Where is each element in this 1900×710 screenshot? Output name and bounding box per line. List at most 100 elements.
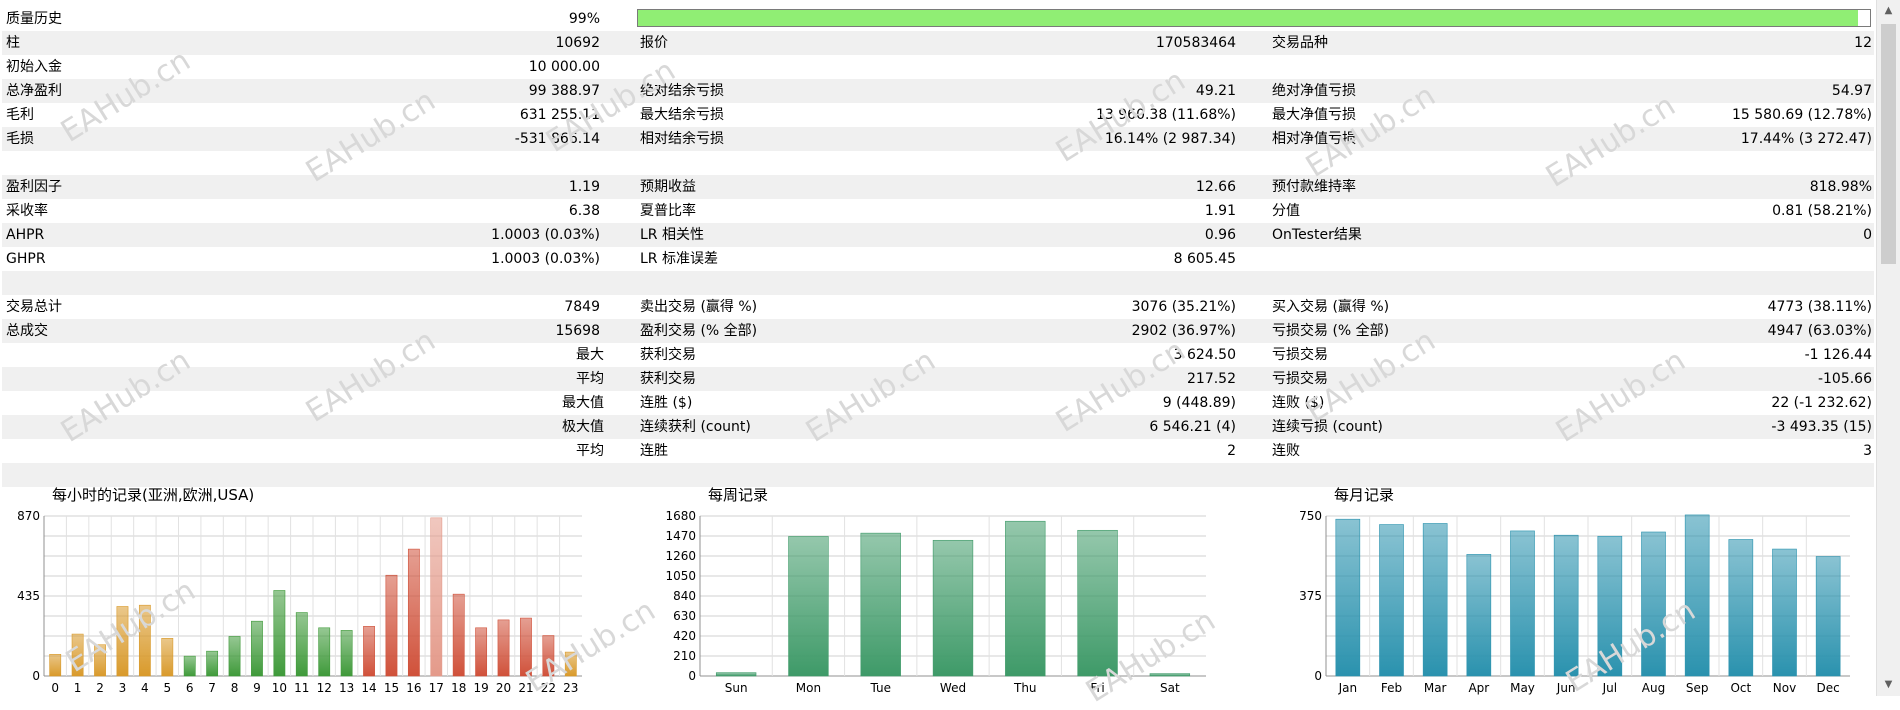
x-tick-label: 2 [96, 681, 104, 695]
chart-bar [71, 633, 84, 677]
x-tick-label: Sep [1686, 681, 1709, 695]
chart-bar [1815, 556, 1841, 677]
y-tick-label: 1050 [665, 569, 696, 583]
charts-svg: 每小时的记录(亚洲,欧洲,USA)04358700 1 2 3 4 5 6 7 8 9 10 11 12… [17, 486, 1850, 695]
y-tick-label: 0 [32, 669, 40, 683]
chart-bar [161, 637, 174, 677]
x-tick-label: Wed [940, 681, 966, 695]
x-tick-label: 0 [51, 681, 59, 695]
x-tick-label: 16 [406, 681, 421, 695]
chart-bar [206, 650, 219, 677]
chart-bar [183, 655, 196, 677]
chart-bar [1335, 518, 1361, 677]
chart-bar [116, 606, 129, 677]
x-tick-label: 17 [429, 681, 444, 695]
chart-bar [251, 620, 263, 677]
chart-bar [564, 651, 577, 677]
chart-bar [228, 636, 241, 677]
chart-bar [1684, 514, 1710, 677]
y-tick-label: 1260 [665, 549, 696, 563]
chevron-up-icon[interactable]: ▲ [1877, 0, 1900, 22]
chart-bar [1422, 523, 1448, 677]
chart-bar [1728, 539, 1754, 677]
chart-bar [295, 612, 308, 677]
chart-bar [407, 548, 420, 677]
chart-bar [520, 617, 532, 677]
x-tick-label: Oct [1730, 681, 1751, 695]
chart-bar [452, 593, 465, 677]
chart-bar [932, 539, 974, 677]
y-tick-label: 870 [17, 509, 40, 523]
x-tick-label: 4 [141, 681, 149, 695]
chart-bar [788, 536, 829, 677]
chart-bar [1005, 520, 1046, 677]
scrollbar-thumb[interactable] [1881, 24, 1896, 264]
x-tick-label: Dec [1817, 681, 1840, 695]
y-tick-label: 0 [1314, 669, 1322, 683]
chart-bar [542, 635, 555, 677]
x-tick-label: Apr [1468, 681, 1489, 695]
chart-bar [318, 627, 331, 677]
x-tick-label: May [1510, 681, 1535, 695]
x-tick-label: 13 [339, 681, 354, 695]
chart-bar [860, 532, 901, 677]
x-tick-label: Mon [796, 681, 821, 695]
chart-bar [430, 517, 443, 677]
chart-bar [273, 590, 286, 677]
x-tick-label: 9 [253, 681, 261, 695]
x-tick-label: 18 [451, 681, 466, 695]
x-tick-label: Nov [1773, 681, 1796, 695]
x-tick-label: Tue [869, 681, 891, 695]
x-tick-label: Feb [1381, 681, 1402, 695]
chart-bar [363, 626, 375, 677]
x-tick-label: 23 [563, 681, 578, 695]
y-tick-label: 0 [688, 669, 696, 683]
y-tick-label: 435 [17, 589, 40, 603]
x-tick-label: 19 [473, 681, 488, 695]
x-tick-label: Jan [1338, 681, 1358, 695]
y-tick-label: 840 [673, 589, 696, 603]
x-tick-label: Fri [1090, 681, 1104, 695]
y-tick-label: 1470 [665, 529, 696, 543]
x-tick-label: Mar [1424, 681, 1447, 695]
x-tick-label: 7 [208, 681, 216, 695]
chart-bar [1149, 673, 1191, 677]
vertical-scrollbar[interactable]: ▲ ▼ [1876, 0, 1900, 696]
x-tick-label: 1 [74, 681, 82, 695]
x-tick-label: 11 [294, 681, 309, 695]
chart-bar [1077, 529, 1118, 677]
y-tick-label: 375 [1299, 589, 1322, 603]
chevron-down-icon[interactable]: ▼ [1877, 674, 1900, 696]
chart-bar [1597, 535, 1623, 677]
x-tick-label: Aug [1642, 681, 1665, 695]
strategy-report: 质量历史 99% 柱 10692 报价 170583464 交易品种 12 初始入金 10 0… [0, 0, 1876, 710]
chart-bar [138, 604, 151, 677]
chart-bar [1641, 531, 1666, 677]
chart-bar [94, 644, 106, 677]
chart-bar [385, 574, 398, 677]
chart-bar [1772, 548, 1797, 677]
x-tick-label: 12 [317, 681, 332, 695]
x-tick-label: 21 [518, 681, 533, 695]
y-tick-label: 210 [673, 649, 696, 663]
y-tick-label: 1680 [665, 509, 696, 523]
x-tick-label: Sun [725, 681, 748, 695]
x-tick-label: 3 [119, 681, 127, 695]
chart-title: 每小时的记录(亚洲,欧洲,USA) [52, 486, 254, 504]
chart-bar [1553, 534, 1579, 677]
chart-bar [1466, 554, 1492, 677]
chart-bar [1510, 530, 1535, 677]
chart-title: 每周记录 [708, 486, 768, 504]
chart-bar [49, 653, 62, 677]
x-tick-label: 20 [496, 681, 511, 695]
chart-title: 每月记录 [1334, 486, 1394, 504]
x-tick-label: Sat [1160, 681, 1180, 695]
chart-bar [715, 672, 757, 677]
chart-bar [1379, 524, 1404, 677]
x-tick-label: 22 [541, 681, 556, 695]
y-tick-label: 750 [1299, 509, 1322, 523]
chart-bar [475, 627, 488, 677]
x-tick-label: 10 [272, 681, 287, 695]
x-tick-label: 5 [163, 681, 171, 695]
chart-bar [340, 630, 353, 677]
